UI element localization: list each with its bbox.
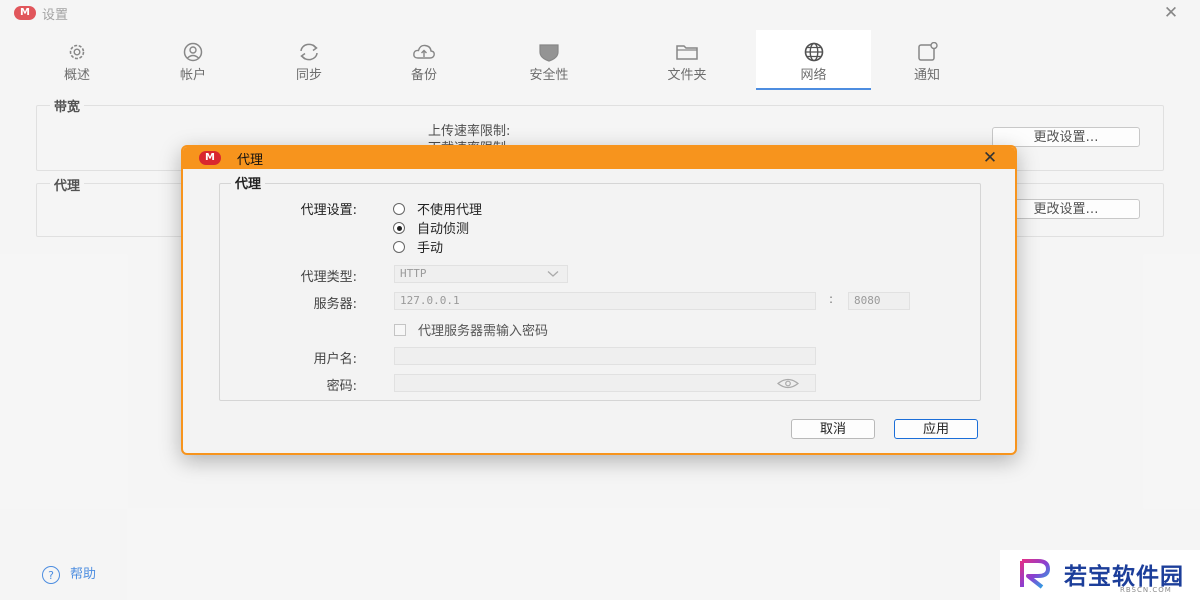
proxy-type-label: 代理类型: xyxy=(300,270,357,285)
eye-icon[interactable] xyxy=(777,378,799,389)
radio-label: 自动侦测 xyxy=(417,222,470,237)
proxy-auth-checkbox-row[interactable]: 代理服务器需输入密码 xyxy=(394,320,548,339)
radio-label: 手动 xyxy=(417,241,444,256)
username-label: 用户名: xyxy=(313,352,357,367)
radio-button[interactable] xyxy=(393,241,405,253)
dialog-close-button[interactable]: ✕ xyxy=(979,147,1001,169)
cancel-button[interactable]: 取消 xyxy=(791,419,875,439)
proxy-settings-label: 代理设置: xyxy=(300,203,357,218)
dialog-title: 代理 xyxy=(237,153,264,168)
watermark: 若宝软件园 RBSCN.COM xyxy=(1000,550,1200,600)
watermark-logo-icon xyxy=(1020,559,1050,589)
app-logo-icon: M xyxy=(199,151,221,165)
proxy-dialog: M 代理 ✕ 代理 代理设置: 不使用代理 自动侦测 手动 代理类型: HTTP… xyxy=(181,145,1017,455)
radio-manual[interactable]: 手动 xyxy=(393,237,443,256)
radio-button-selected[interactable] xyxy=(393,222,405,234)
server-label: 服务器: xyxy=(313,297,357,312)
dialog-title-bar: M 代理 ✕ xyxy=(183,147,1015,169)
password-label: 密码: xyxy=(326,379,357,394)
chevron-down-icon xyxy=(547,271,559,277)
port-value: 8080 xyxy=(854,294,881,307)
radio-auto-detect[interactable]: 自动侦测 xyxy=(393,218,469,237)
radio-label: 不使用代理 xyxy=(417,203,483,218)
proxy-type-value: HTTP xyxy=(400,267,427,280)
radio-button[interactable] xyxy=(393,203,405,215)
proxy-auth-label: 代理服务器需输入密码 xyxy=(418,324,549,339)
server-input[interactable]: 127.0.0.1 xyxy=(394,292,816,310)
port-separator: : xyxy=(829,292,834,306)
username-input[interactable] xyxy=(394,347,816,365)
password-input[interactable] xyxy=(394,374,816,392)
proxy-auth-checkbox[interactable] xyxy=(394,324,406,336)
proxy-type-select[interactable]: HTTP xyxy=(394,265,568,283)
proxy-group-legend: 代理 xyxy=(231,173,266,192)
server-value: 127.0.0.1 xyxy=(400,294,460,307)
radio-no-proxy[interactable]: 不使用代理 xyxy=(393,199,482,218)
apply-button[interactable]: 应用 xyxy=(894,419,978,439)
port-input[interactable]: 8080 xyxy=(848,292,910,310)
watermark-subtext: RBSCN.COM xyxy=(1120,586,1172,594)
